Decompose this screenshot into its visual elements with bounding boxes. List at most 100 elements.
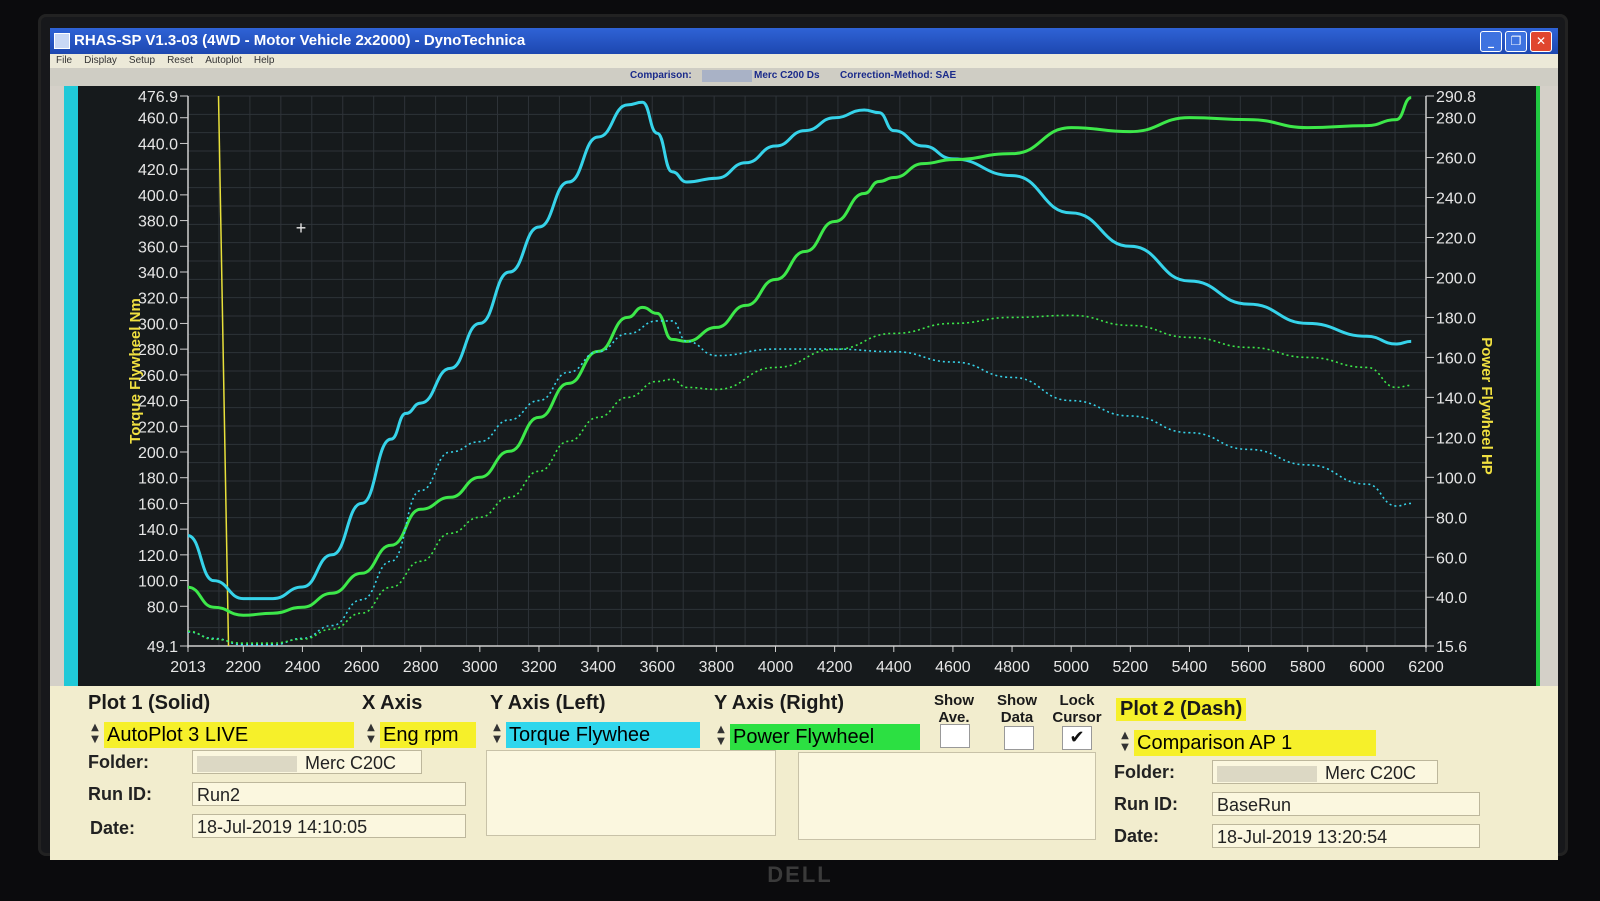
plot2-source-select[interactable]: Comparison AP 1 (1134, 730, 1376, 756)
y-right-tick-label: 260.0 (1436, 151, 1476, 168)
plot1-runid-label: Run ID: (88, 784, 152, 804)
show-ave-checkbox[interactable] (940, 724, 970, 748)
y-left-tick-label: 380.0 (138, 214, 178, 231)
yaxis-right-spinner[interactable]: ▲ ▼ (714, 724, 728, 750)
plot2-folder-label: Folder: (1114, 762, 1175, 782)
app-window: RHAS-SP V1.3-03 (4WD - Motor Vehicle 2x2… (50, 28, 1558, 860)
dyno-chart-area[interactable]: 49.1 80.0 100.0 120.0 140.0 160.0 180.0 200.0 22… (78, 86, 1536, 686)
x-tick-label: 2600 (344, 659, 380, 676)
xaxis-spinner[interactable]: ▲ ▼ (364, 722, 378, 748)
menu-file[interactable]: File (56, 54, 72, 68)
redacted-text (702, 70, 752, 82)
show-data-checkbox[interactable] (1004, 726, 1034, 750)
x-tick-label: 3000 (462, 659, 498, 676)
y-left-tick-label: 80.0 (147, 599, 178, 616)
y-left-tick-label: 476.9 (138, 89, 178, 106)
y-right-tick-label: 290.8 (1436, 89, 1476, 106)
y-right-tick-label: 120.0 (1436, 430, 1476, 447)
yaxis-left-spinner[interactable]: ▲ ▼ (490, 722, 504, 748)
yaxis-left-select[interactable]: Torque Flywhee (506, 722, 700, 748)
menu-autoplot[interactable]: Autoplot (205, 54, 242, 68)
x-tick-label: 2200 (225, 659, 261, 676)
y-right-tick-label: 180.0 (1436, 310, 1476, 327)
left-axis-strip (64, 86, 78, 686)
plot1-date-label: Date: (90, 818, 136, 838)
monitor-brand-logo: DELL (767, 862, 833, 887)
y-right-tick-label: 60.0 (1436, 550, 1467, 567)
minimize-icon[interactable]: _ (1480, 31, 1502, 52)
x-tick-label: 6000 (1349, 659, 1385, 676)
close-icon[interactable]: ✕ (1530, 31, 1552, 52)
x-tick-label: 3600 (639, 659, 675, 676)
x-tick-label: 5800 (1290, 659, 1326, 676)
plot2-runid-field[interactable]: BaseRun (1212, 792, 1480, 816)
plot1-spinner[interactable]: ▲ ▼ (88, 722, 102, 748)
menu-help[interactable]: Help (254, 54, 275, 68)
plot2-date-field[interactable]: 18-Jul-2019 13:20:54 (1212, 824, 1480, 848)
title-bar[interactable]: RHAS-SP V1.3-03 (4WD - Motor Vehicle 2x2… (50, 28, 1558, 54)
plot1-source-select[interactable]: AutoPlot 3 LIVE (104, 722, 354, 748)
y-left-tick-label: 49.1 (147, 639, 178, 656)
yaxis-right-select[interactable]: Power Flywheel (730, 724, 920, 750)
plot1-runid-field[interactable]: Run2 (192, 782, 466, 806)
plot2-spinner[interactable]: ▲ ▼ (1118, 730, 1132, 756)
app-icon (54, 33, 70, 49)
dyno-chart[interactable]: 49.1 80.0 100.0 120.0 140.0 160.0 180.0 200.0 22… (78, 86, 1536, 686)
xaxis-select[interactable]: Eng rpm (380, 722, 476, 748)
y-right-tick-label: 220.0 (1436, 230, 1476, 247)
comparison-label: Comparison: (630, 70, 692, 81)
info-bar: Comparison: Merc C200 Ds Correction-Meth… (50, 68, 1558, 86)
show-data-header: Show Data (997, 692, 1037, 726)
yaxis-left-header: Y Axis (Left) (490, 692, 606, 714)
torque-curve-plot1 (187, 100, 1412, 601)
plot1-date-field[interactable]: 18-Jul-2019 14:10:05 (192, 814, 466, 838)
plot1-folder-field[interactable]: Merc C20C (192, 750, 422, 774)
y-right-tick-label: 240.0 (1436, 191, 1476, 208)
restore-icon[interactable]: ❐ (1505, 31, 1527, 52)
y-right-axis-label: Power Flywheel HP (1478, 337, 1495, 475)
y-left-tick-label: 440.0 (138, 136, 178, 153)
menu-display[interactable]: Display (84, 54, 117, 68)
plot2-folder-value: Merc C20C (1325, 763, 1417, 783)
x-tick-label: 4600 (935, 659, 971, 676)
y-right-tick-label: 200.0 (1436, 270, 1476, 287)
x-tick-label: 4400 (876, 659, 912, 676)
y-left-tick-label: 160.0 (138, 496, 178, 513)
y-right-tick-label: 100.0 (1436, 470, 1476, 487)
x-tick-label: 2800 (403, 659, 439, 676)
y-left-tick-label: 140.0 (138, 522, 178, 539)
correction-method: Correction-Method: SAE (840, 70, 957, 81)
x-tick-label: 3800 (699, 659, 735, 676)
y-right-tick-label: 40.0 (1436, 590, 1467, 607)
y-left-tick-label: 400.0 (138, 188, 178, 205)
y-right-tick-label: 80.0 (1436, 510, 1467, 527)
comparison-value: Merc C200 Ds (754, 70, 820, 81)
yaxis-right-header: Y Axis (Right) (714, 692, 845, 714)
plot1-folder-label: Folder: (88, 752, 149, 772)
plot2-folder-field[interactable]: Merc C20C (1212, 760, 1438, 784)
xaxis-header: X Axis (362, 692, 423, 714)
menu-setup[interactable]: Setup (129, 54, 155, 68)
control-panel: Plot 1 (Solid) X Axis Y Axis (Left) Y Ax… (50, 686, 1558, 860)
lock-cursor-checkbox[interactable]: ✔ (1062, 726, 1092, 750)
x-tick-label: 2400 (285, 659, 321, 676)
redacted-text (1217, 766, 1317, 783)
y-left-tick-label: 420.0 (138, 162, 178, 179)
y-left-tick-label: 180.0 (138, 471, 178, 488)
y-right-tick-label: 160.0 (1436, 350, 1476, 367)
notes-box-right[interactable] (798, 752, 1096, 840)
y-left-tick-label: 100.0 (138, 574, 178, 591)
x-tick-label: 5000 (1053, 659, 1089, 676)
power-curve-plot1 (187, 96, 1412, 617)
y-left-tick-label: 360.0 (138, 239, 178, 256)
window-title: RHAS-SP V1.3-03 (4WD - Motor Vehicle 2x2… (74, 32, 526, 49)
y-left-axis-label: Torque Flywheel Nm (127, 298, 144, 444)
y-left-tick-label: 120.0 (138, 548, 178, 565)
redacted-text (197, 756, 297, 773)
x-tick-label: 5400 (1172, 659, 1208, 676)
menu-reset[interactable]: Reset (167, 54, 193, 68)
x-tick-label: 5200 (1113, 659, 1149, 676)
x-tick-label: 6200 (1408, 659, 1444, 676)
notes-box-left[interactable] (486, 750, 776, 836)
x-tick-label: 5600 (1231, 659, 1267, 676)
